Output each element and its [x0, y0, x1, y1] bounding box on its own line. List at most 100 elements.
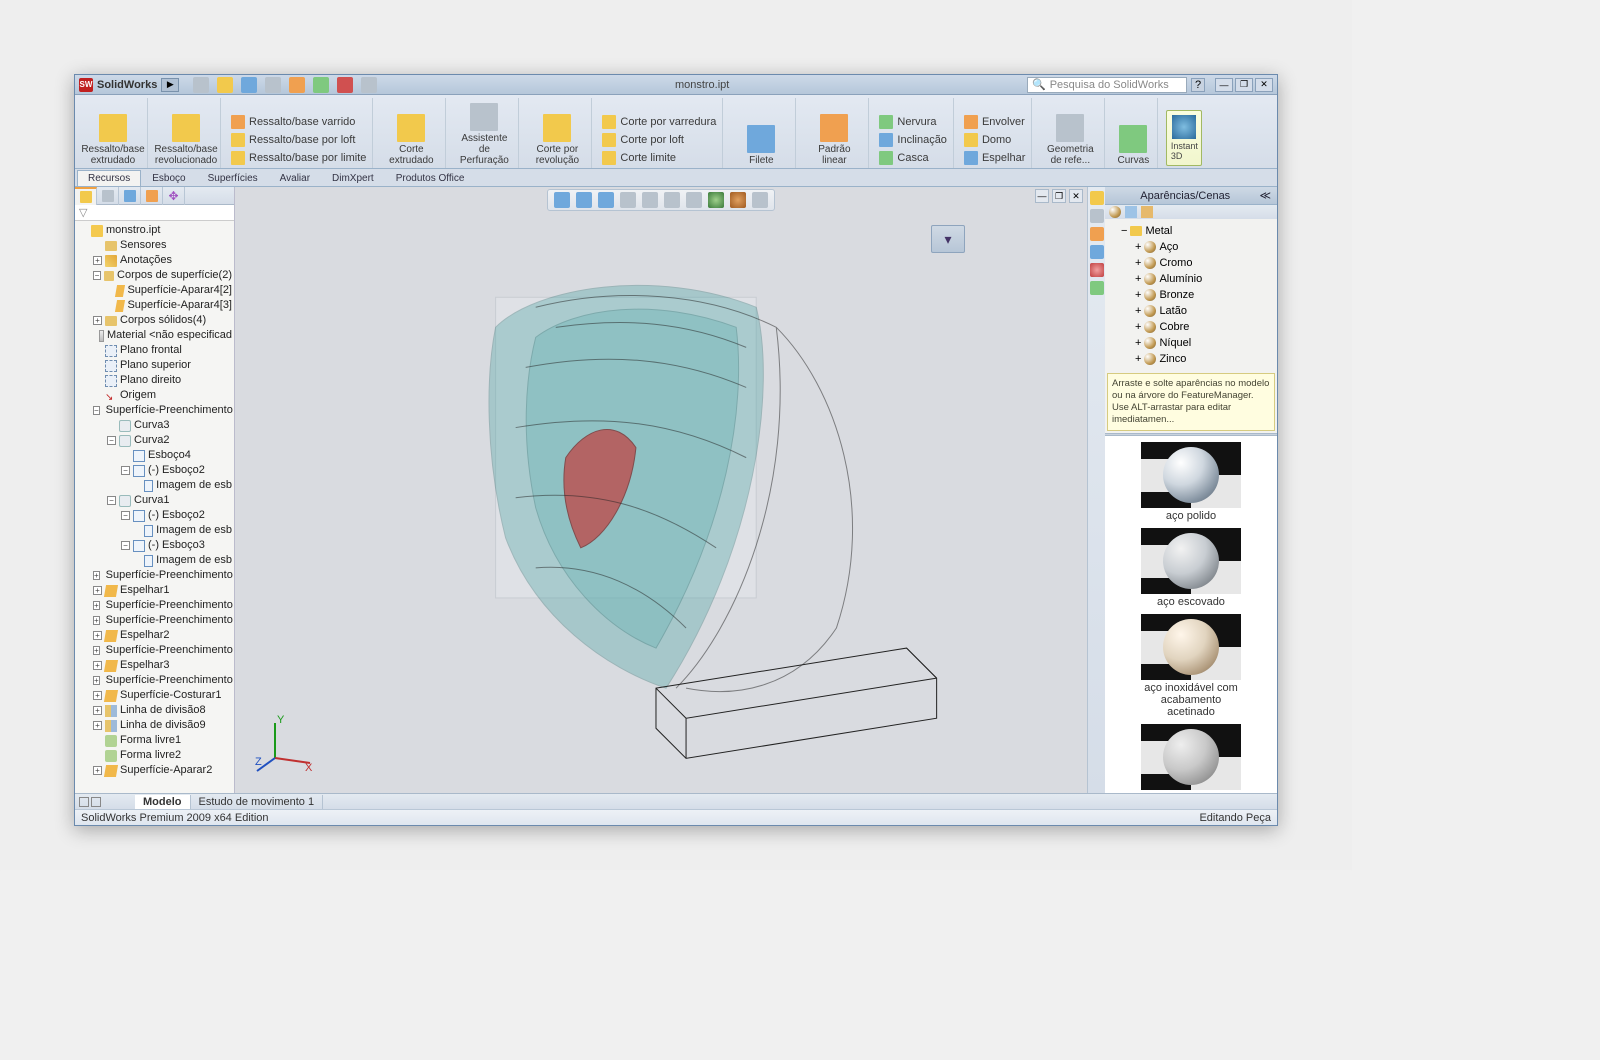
tree-item[interactable]: Plano superior: [91, 358, 234, 373]
tab-motion-study[interactable]: Estudo de movimento 1: [191, 795, 324, 809]
tab-prev-icon[interactable]: [79, 797, 89, 807]
save-icon[interactable]: [241, 77, 257, 93]
help-button[interactable]: ?: [1191, 78, 1205, 92]
tree-item[interactable]: Curva3: [105, 418, 234, 433]
fm-tab-tree[interactable]: [75, 187, 97, 205]
material-tree[interactable]: −Metal +Aço+Cromo+Alumínio+Bronze+Latão+…: [1105, 219, 1277, 371]
appearance-icon[interactable]: [1109, 206, 1121, 218]
material-item[interactable]: +Níquel: [1135, 335, 1275, 351]
material-item[interactable]: +Alumínio: [1135, 271, 1275, 287]
material-item[interactable]: +Latão: [1135, 303, 1275, 319]
tree-root-item[interactable]: monstro.ipt: [77, 223, 234, 238]
dome-button[interactable]: Domo: [962, 132, 1027, 148]
appearance-swatch[interactable]: aço inoxidável com acabamento acetinado: [1141, 614, 1241, 718]
redo-icon[interactable]: [361, 77, 377, 93]
tree-item[interactable]: +Linha de divisão8: [91, 703, 234, 718]
tree-item[interactable]: −Superfície-Preenchimento: [91, 403, 234, 418]
rebuild-icon[interactable]: [289, 77, 305, 93]
fm-tab-move[interactable]: ✥: [163, 187, 185, 205]
draft-button[interactable]: Inclinação: [877, 132, 949, 148]
material-item[interactable]: +Zinco: [1135, 351, 1275, 367]
cut-revolve-button[interactable]: Corte por revolução: [527, 114, 587, 166]
tree-item[interactable]: Imagem de esb: [133, 553, 234, 568]
material-item[interactable]: +Cobre: [1135, 319, 1275, 335]
hole-wizard-button[interactable]: Assistente de Perfuração: [454, 103, 514, 166]
tab-avaliar[interactable]: Avaliar: [269, 170, 321, 186]
fm-tab-property[interactable]: [97, 187, 119, 205]
rib-button[interactable]: Nervura: [877, 114, 949, 130]
shell-button[interactable]: Casca: [877, 150, 949, 166]
material-item[interactable]: +Cromo: [1135, 255, 1275, 271]
cut-loft-button[interactable]: Corte por loft: [600, 132, 718, 148]
instant3d-button[interactable]: Instant 3D: [1166, 110, 1202, 166]
fillet-button[interactable]: Filete: [731, 125, 791, 166]
tree-item[interactable]: +Espelhar1: [91, 583, 234, 598]
tree-item[interactable]: −Corpos de superfície(2): [91, 268, 234, 283]
print-icon[interactable]: [265, 77, 281, 93]
tree-item[interactable]: Imagem de esb: [133, 523, 234, 538]
appearance-swatch[interactable]: aço polido: [1141, 442, 1241, 522]
zoom-area-icon[interactable]: [576, 192, 592, 208]
curves-button[interactable]: Curvas: [1113, 125, 1153, 166]
fm-tab-config[interactable]: [119, 187, 141, 205]
extrude-button[interactable]: Ressalto/base extrudado: [83, 114, 143, 166]
tree-item[interactable]: −Curva2: [105, 433, 234, 448]
tree-item[interactable]: −(-) Esboço2: [119, 463, 234, 478]
material-item[interactable]: +Bronze: [1135, 287, 1275, 303]
cut-sweep-button[interactable]: Corte por varredura: [600, 114, 718, 130]
section-icon[interactable]: [620, 192, 636, 208]
decal-icon[interactable]: [1141, 206, 1153, 218]
tree-item[interactable]: +Superfície-Preenchimento: [91, 643, 234, 658]
tree-item[interactable]: +Superfície-Preenchimento: [91, 613, 234, 628]
tree-item[interactable]: Material <não especificad: [91, 328, 234, 343]
appearance-swatch[interactable]: aço fosco: [1141, 724, 1241, 793]
cut-extrude-button[interactable]: Corte extrudado: [381, 114, 441, 166]
tree-item[interactable]: +Corpos sólidos(4): [91, 313, 234, 328]
vp-restore-button[interactable]: ❐: [1052, 189, 1066, 203]
undo-icon[interactable]: [337, 77, 353, 93]
tree-item[interactable]: Plano direito: [91, 373, 234, 388]
tab-esboco[interactable]: Esboço: [141, 170, 196, 186]
tree-filter-input[interactable]: ▽: [75, 205, 234, 221]
loft-button[interactable]: Ressalto/base por loft: [229, 132, 368, 148]
tp-file-explorer-icon[interactable]: [1090, 227, 1104, 241]
hide-show-icon[interactable]: [686, 192, 702, 208]
scene-icon[interactable]: [1125, 206, 1137, 218]
display-style-icon[interactable]: [664, 192, 680, 208]
tree-item[interactable]: +Espelhar3: [91, 658, 234, 673]
options-icon[interactable]: [313, 77, 329, 93]
tab-produtos-office[interactable]: Produtos Office: [385, 170, 476, 186]
close-button[interactable]: ✕: [1255, 78, 1273, 92]
cut-boundary-button[interactable]: Corte limite: [600, 150, 718, 166]
tp-view-palette-icon[interactable]: [1090, 245, 1104, 259]
appearance-icon[interactable]: [730, 192, 746, 208]
pattern-button[interactable]: Padrão linear: [804, 114, 864, 166]
appearance-swatch[interactable]: aço escovado: [1141, 528, 1241, 608]
graphics-viewport[interactable]: ▾ — ❐ ✕: [235, 187, 1087, 793]
tree-item[interactable]: −(-) Esboço3: [119, 538, 234, 553]
tp-design-lib-icon[interactable]: [1090, 209, 1104, 223]
tp-home-icon[interactable]: [1090, 191, 1104, 205]
tab-superficies[interactable]: Superfícies: [197, 170, 269, 186]
tree-item[interactable]: +Superfície-Preenchimento: [91, 673, 234, 688]
wrap-button[interactable]: Envolver: [962, 114, 1027, 130]
tree-item[interactable]: +Linha de divisão9: [91, 718, 234, 733]
feature-tree[interactable]: monstro.iptSensores+Anotações−Corpos de …: [75, 221, 234, 793]
tree-item[interactable]: Forma livre2: [91, 748, 234, 763]
tree-item[interactable]: +Superfície-Preenchimento: [91, 568, 234, 583]
tree-item[interactable]: −(-) Esboço2: [119, 508, 234, 523]
fm-tab-dim[interactable]: [141, 187, 163, 205]
tab-next-icon[interactable]: [91, 797, 101, 807]
tree-item[interactable]: Superfície-Aparar4[3]: [105, 298, 234, 313]
tab-modelo[interactable]: Modelo: [135, 795, 191, 809]
tree-item[interactable]: Superfície-Aparar4[2]: [105, 283, 234, 298]
boundary-button[interactable]: Ressalto/base por limite: [229, 150, 368, 166]
tree-item[interactable]: Forma livre1: [91, 733, 234, 748]
zoom-fit-icon[interactable]: [554, 192, 570, 208]
pane-expand-icon[interactable]: ≪: [1259, 189, 1271, 202]
minimize-button[interactable]: —: [1215, 78, 1233, 92]
tree-item[interactable]: Origem: [91, 388, 234, 403]
revolve-button[interactable]: Ressalto/base revolucionado: [156, 114, 216, 166]
tp-custom-props-icon[interactable]: [1090, 281, 1104, 295]
mirror-button[interactable]: Espelhar: [962, 150, 1027, 166]
